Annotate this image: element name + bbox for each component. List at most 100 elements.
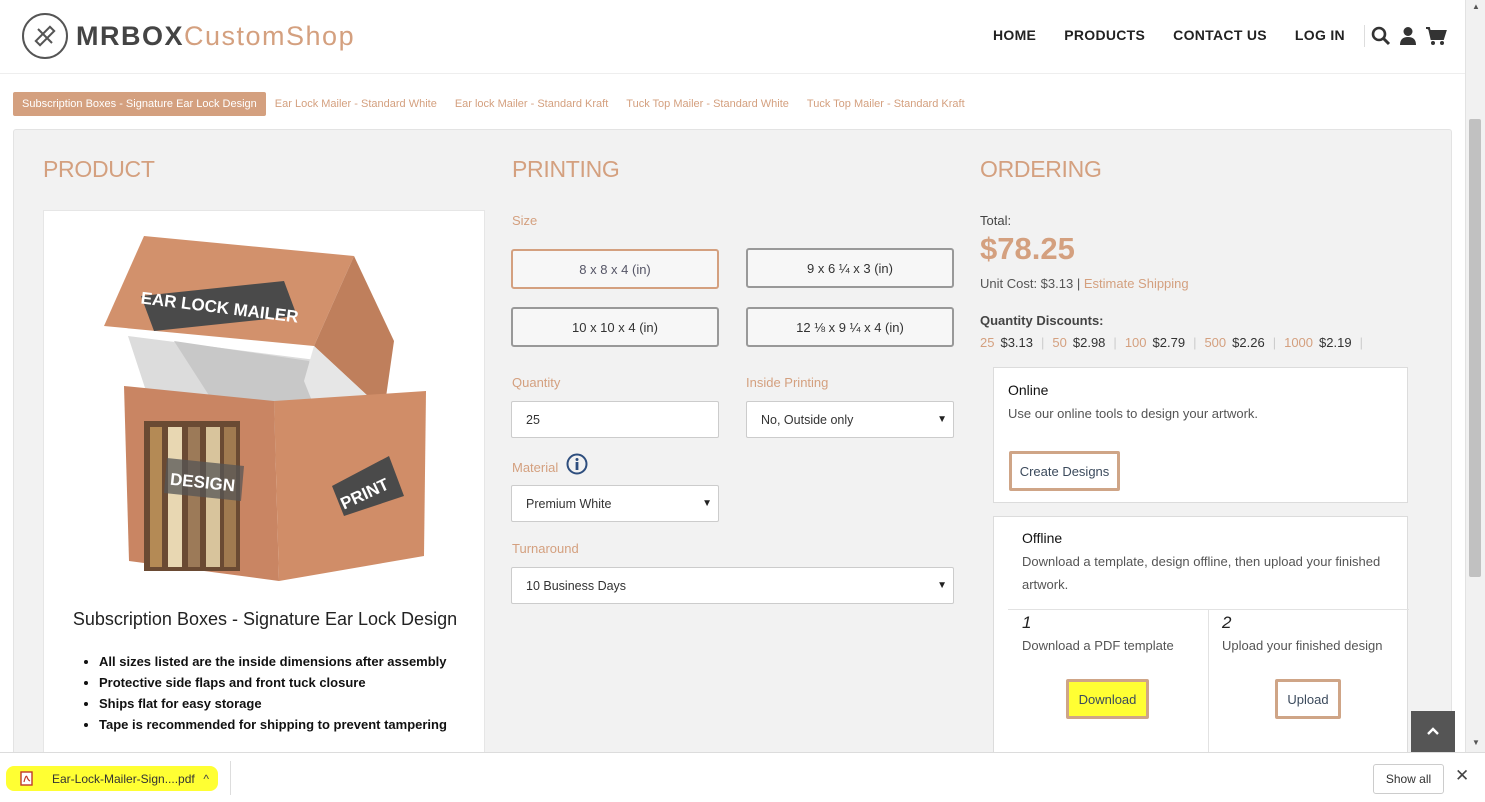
tab-tuck-top-white[interactable]: Tuck Top Mailer - Standard White bbox=[617, 92, 798, 116]
quantity-label: Quantity bbox=[512, 375, 561, 390]
downloaded-file-item[interactable]: Ear-Lock-Mailer-Sign....pdf ^ bbox=[6, 766, 218, 791]
offline-description-line: Download a template, design offline, the… bbox=[1022, 554, 1381, 569]
inside-printing-label: Inside Printing bbox=[746, 375, 829, 390]
search-icon[interactable] bbox=[1371, 26, 1391, 46]
size-option-10x10x4[interactable]: 10 x 10 x 4 (in) bbox=[511, 307, 719, 347]
material-select[interactable]: Premium White ▼ bbox=[511, 485, 719, 522]
offline-design-box: Offline Download a template, design offl… bbox=[993, 516, 1409, 752]
product-section-title: PRODUCT bbox=[43, 156, 155, 182]
inside-printing-value: No, Outside only bbox=[761, 412, 854, 427]
discount-price: $3.13 bbox=[1000, 335, 1034, 350]
turnaround-value: 10 Business Days bbox=[526, 578, 627, 593]
divider bbox=[1208, 610, 1209, 752]
unit-cost-line: Unit Cost: $3.13 | Estimate Shipping bbox=[980, 276, 1189, 291]
quantity-discounts: 25 $3.13 | 50 $2.98 | 100 $2.79 | 500 $2.26 | 10… bbox=[980, 335, 1371, 350]
discount-separator: | bbox=[1041, 335, 1045, 350]
total-price: $78.25 bbox=[980, 231, 1075, 266]
nav-log-in[interactable]: LOG IN bbox=[1295, 27, 1345, 43]
product-name: Subscription Boxes - Signature Ear Lock … bbox=[72, 609, 458, 629]
download-bar: Ear-Lock-Mailer-Sign....pdf ^ Show all ✕ bbox=[0, 752, 1485, 802]
brand-name-part2: CustomShop bbox=[184, 20, 356, 51]
online-description: Use our online tools to design your artw… bbox=[1008, 406, 1259, 421]
site-header: MRBOXCustomShop HOME PRODUCTS CONTACT US… bbox=[0, 0, 1465, 74]
printing-section-title: PRINTING bbox=[512, 156, 620, 182]
user-icon[interactable] bbox=[1399, 26, 1417, 46]
quantity-discounts-label: Quantity Discounts: bbox=[980, 313, 1104, 328]
page-scrollbar[interactable]: ▲ ▼ bbox=[1465, 0, 1485, 752]
step-2-number: 2 bbox=[1222, 613, 1232, 632]
offline-description: Download a template, design offline, the… bbox=[1022, 550, 1380, 596]
tab-signature-ear-lock[interactable]: Subscription Boxes - Signature Ear Lock … bbox=[13, 92, 266, 116]
brand-name-part1: MRBOX bbox=[76, 20, 184, 51]
pdf-file-icon bbox=[20, 771, 33, 786]
discount-qty[interactable]: 100 bbox=[1125, 335, 1147, 350]
inside-printing-select[interactable]: No, Outside only ▼ bbox=[746, 401, 954, 438]
turnaround-select[interactable]: 10 Business Days ▼ bbox=[511, 567, 954, 604]
caret-down-icon: ▼ bbox=[702, 498, 712, 509]
chevron-up-icon[interactable]: ^ bbox=[203, 772, 209, 786]
feature-item: Ships flat for easy storage bbox=[99, 693, 447, 714]
close-icon[interactable]: ✕ bbox=[1455, 766, 1469, 786]
unit-cost: Unit Cost: $3.13 bbox=[980, 276, 1074, 291]
caret-down-icon: ▼ bbox=[937, 414, 947, 425]
estimate-shipping-link[interactable]: Estimate Shipping bbox=[1084, 276, 1189, 291]
nav-contact-us[interactable]: CONTACT US bbox=[1173, 27, 1267, 43]
scrollbar-thumb[interactable] bbox=[1469, 119, 1481, 577]
ordering-section-title: ORDERING bbox=[980, 156, 1102, 182]
discount-separator: | bbox=[1113, 335, 1117, 350]
brand-logo[interactable]: MRBOXCustomShop bbox=[22, 13, 355, 59]
offline-description-line: artwork. bbox=[1022, 577, 1069, 592]
discount-price: $2.26 bbox=[1232, 335, 1265, 350]
download-template-button[interactable]: Download bbox=[1066, 679, 1149, 719]
discount-qty[interactable]: 25 bbox=[980, 335, 994, 350]
size-option-8x8x4[interactable]: 8 x 8 x 4 (in) bbox=[511, 249, 719, 289]
total-label: Total: bbox=[980, 213, 1012, 228]
step-1-text: Download a PDF template bbox=[1022, 638, 1174, 653]
discount-qty[interactable]: 1000 bbox=[1284, 335, 1313, 350]
page: MRBOXCustomShop HOME PRODUCTS CONTACT US… bbox=[0, 0, 1465, 752]
upload-design-button[interactable]: Upload bbox=[1275, 679, 1341, 719]
divider bbox=[230, 761, 231, 795]
nav-products[interactable]: PRODUCTS bbox=[1064, 27, 1145, 43]
scroll-up-arrow-icon[interactable]: ▲ bbox=[1472, 2, 1480, 11]
tab-ear-lock-kraft[interactable]: Ear lock Mailer - Standard Kraft bbox=[446, 92, 617, 116]
scroll-to-top-button[interactable] bbox=[1411, 711, 1455, 752]
tab-ear-lock-white[interactable]: Ear Lock Mailer - Standard White bbox=[266, 92, 446, 116]
online-design-box: Online Use our online tools to design yo… bbox=[993, 367, 1408, 503]
discount-price: $2.79 bbox=[1152, 335, 1186, 350]
main-nav: HOME PRODUCTS CONTACT US LOG IN bbox=[993, 27, 1373, 43]
step-2-text: Upload your finished design bbox=[1222, 638, 1383, 653]
cart-icon[interactable] bbox=[1425, 26, 1447, 46]
unit-cost-separator: | bbox=[1076, 276, 1081, 291]
step-1-number: 1 bbox=[1022, 613, 1032, 632]
product-features: All sizes listed are the inside dimensio… bbox=[99, 651, 447, 735]
online-title: Online bbox=[1008, 382, 1049, 398]
product-configurator: PRODUCT EAR LOCK MAILER DESIGN PRINT Sub… bbox=[13, 129, 1452, 752]
discount-separator: | bbox=[1359, 335, 1363, 350]
size-option-12x9x4[interactable]: 12 ⅛ x 9 ¼ x 4 (in) bbox=[746, 307, 954, 347]
size-option-9x6x3[interactable]: 9 x 6 ¼ x 3 (in) bbox=[746, 248, 954, 288]
discount-price: $2.98 bbox=[1072, 335, 1106, 350]
tab-tuck-top-kraft[interactable]: Tuck Top Mailer - Standard Kraft bbox=[798, 92, 974, 116]
downloaded-file-name: Ear-Lock-Mailer-Sign....pdf bbox=[52, 771, 195, 786]
discount-separator: | bbox=[1272, 335, 1277, 350]
turnaround-label: Turnaround bbox=[512, 541, 579, 556]
feature-item: Protective side flaps and front tuck clo… bbox=[99, 672, 447, 693]
discount-qty[interactable]: 500 bbox=[1204, 335, 1226, 350]
show-all-downloads-button[interactable]: Show all bbox=[1373, 764, 1444, 794]
logo-mark-icon bbox=[22, 13, 68, 59]
material-label: Material bbox=[512, 460, 559, 475]
size-label: Size bbox=[512, 213, 538, 228]
quantity-input[interactable]: 25 bbox=[511, 401, 719, 438]
material-value: Premium White bbox=[526, 496, 612, 511]
caret-down-icon: ▼ bbox=[937, 580, 947, 591]
discount-qty[interactable]: 50 bbox=[1052, 335, 1066, 350]
scroll-down-arrow-icon[interactable]: ▼ bbox=[1472, 738, 1480, 747]
discount-separator: | bbox=[1193, 335, 1197, 350]
nav-home[interactable]: HOME bbox=[993, 27, 1036, 43]
offline-title: Offline bbox=[1022, 530, 1063, 546]
info-icon[interactable] bbox=[566, 453, 588, 480]
product-image: EAR LOCK MAILER DESIGN PRINT bbox=[104, 236, 426, 581]
feature-item: Tape is recommended for shipping to prev… bbox=[99, 714, 447, 735]
create-designs-button[interactable]: Create Designs bbox=[1009, 451, 1120, 491]
